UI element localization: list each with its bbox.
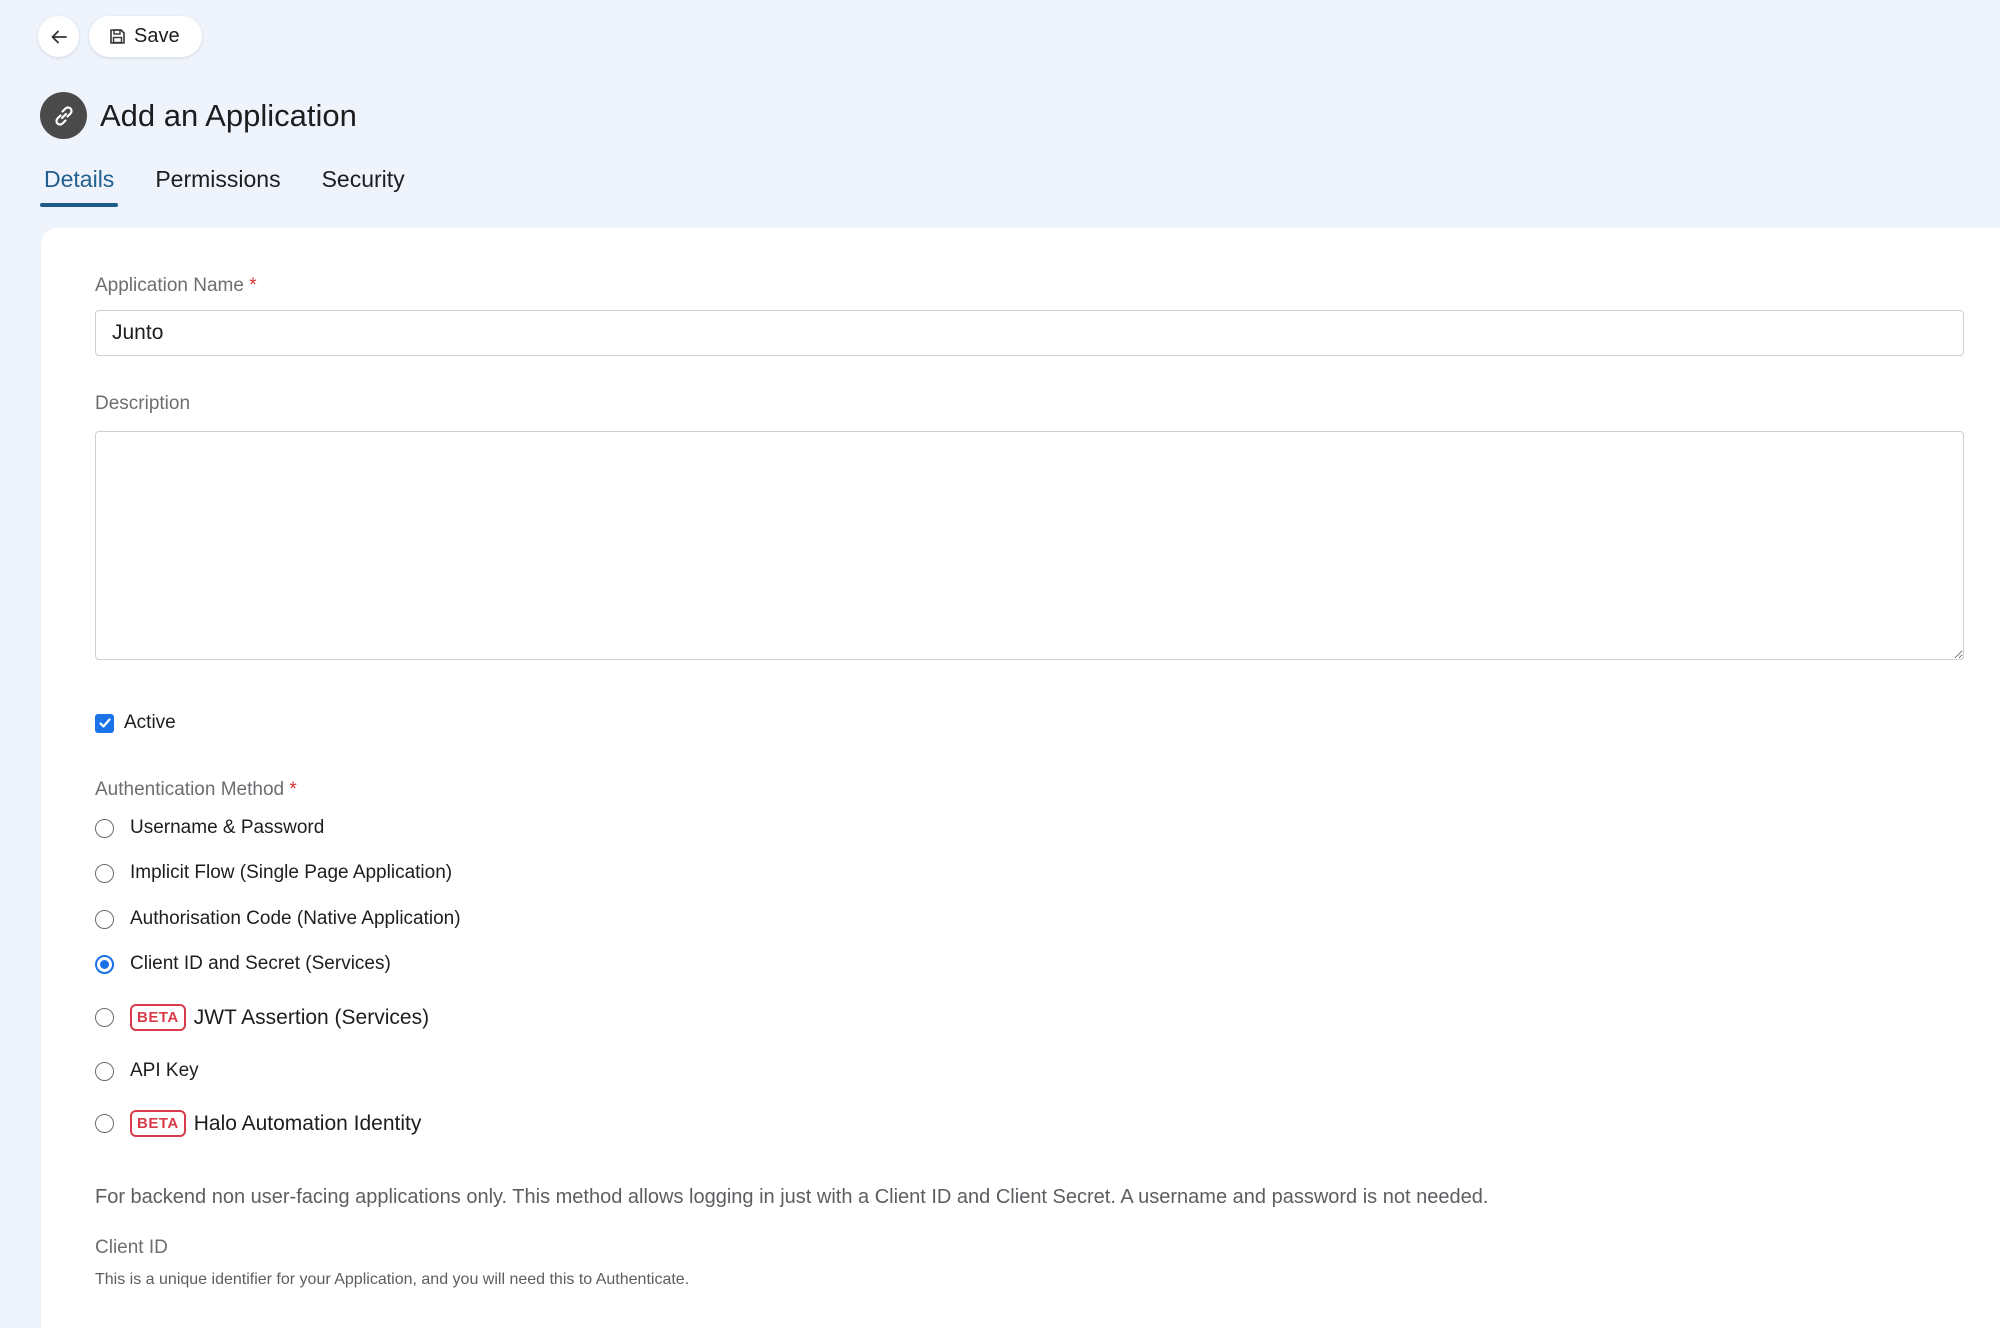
application-name-label-text: Application Name: [95, 275, 244, 296]
application-name-label: Application Name *: [95, 275, 257, 297]
auth-method-label: Authentication Method *: [95, 779, 297, 801]
toolbar: Save: [38, 16, 202, 57]
active-checkbox-row: Active: [95, 712, 176, 734]
link-icon: [54, 105, 73, 126]
auth-option-label: Client ID and Secret (Services): [130, 953, 391, 974]
save-label: Save: [134, 25, 180, 47]
checkmark-icon: [98, 718, 111, 728]
auth-method-description: For backend non user-facing applications…: [95, 1186, 1489, 1208]
save-button[interactable]: Save: [89, 16, 202, 57]
page-title: Add an Application: [100, 97, 357, 133]
description-textarea[interactable]: [95, 431, 1964, 660]
radio-button[interactable]: [95, 863, 114, 883]
client-id-help: This is a unique identifier for your App…: [95, 1271, 690, 1288]
arrow-left-icon: [51, 30, 67, 43]
beta-badge: BETA: [130, 1110, 186, 1137]
required-marker: *: [289, 779, 297, 800]
tab-details[interactable]: Details: [40, 162, 119, 207]
auth-option-username-password[interactable]: Username & Password: [95, 817, 324, 839]
application-name-input[interactable]: [95, 310, 1964, 356]
auth-option-halo-automation[interactable]: BETA Halo Automation Identity: [95, 1110, 421, 1137]
auth-option-label: API Key: [130, 1060, 199, 1081]
auth-option-jwt-assertion[interactable]: BETA JWT Assertion (Services): [95, 1004, 429, 1031]
auth-option-implicit-flow[interactable]: Implicit Flow (Single Page Application): [95, 862, 452, 884]
description-label: Description: [95, 393, 191, 414]
form-card: Application Name * Description Active Au…: [41, 228, 2000, 1328]
radio-button-selected[interactable]: [95, 954, 114, 974]
auth-option-label: Authorisation Code (Native Application): [130, 908, 461, 929]
page-header: Add an Application: [40, 92, 357, 139]
radio-button[interactable]: [95, 909, 114, 929]
auth-option-label: Implicit Flow (Single Page Application): [130, 862, 453, 883]
radio-button[interactable]: [95, 818, 114, 838]
auth-option-label: Halo Automation Identity: [193, 1111, 422, 1135]
radio-button[interactable]: [95, 1008, 114, 1027]
tab-bar: Details Permissions Security: [40, 162, 442, 207]
auth-option-client-id-secret[interactable]: Client ID and Secret (Services): [95, 953, 391, 975]
tab-security[interactable]: Security: [318, 162, 409, 203]
active-label: Active: [124, 712, 176, 733]
tab-permissions[interactable]: Permissions: [151, 162, 284, 203]
floppy-disk-icon: [110, 29, 125, 44]
required-marker: *: [249, 275, 257, 296]
auth-method-label-text: Authentication Method: [95, 779, 285, 800]
beta-badge: BETA: [130, 1004, 186, 1031]
auth-option-label: Username & Password: [130, 817, 325, 838]
auth-option-label: JWT Assertion (Services): [193, 1005, 430, 1029]
auth-option-api-key[interactable]: API Key: [95, 1060, 199, 1082]
active-checkbox[interactable]: [95, 713, 114, 733]
application-avatar: [40, 92, 87, 139]
auth-option-authorisation-code[interactable]: Authorisation Code (Native Application): [95, 908, 461, 930]
radio-button[interactable]: [95, 1061, 114, 1081]
back-button[interactable]: [38, 16, 79, 57]
radio-button[interactable]: [95, 1114, 114, 1133]
client-id-label: Client ID: [95, 1237, 168, 1258]
